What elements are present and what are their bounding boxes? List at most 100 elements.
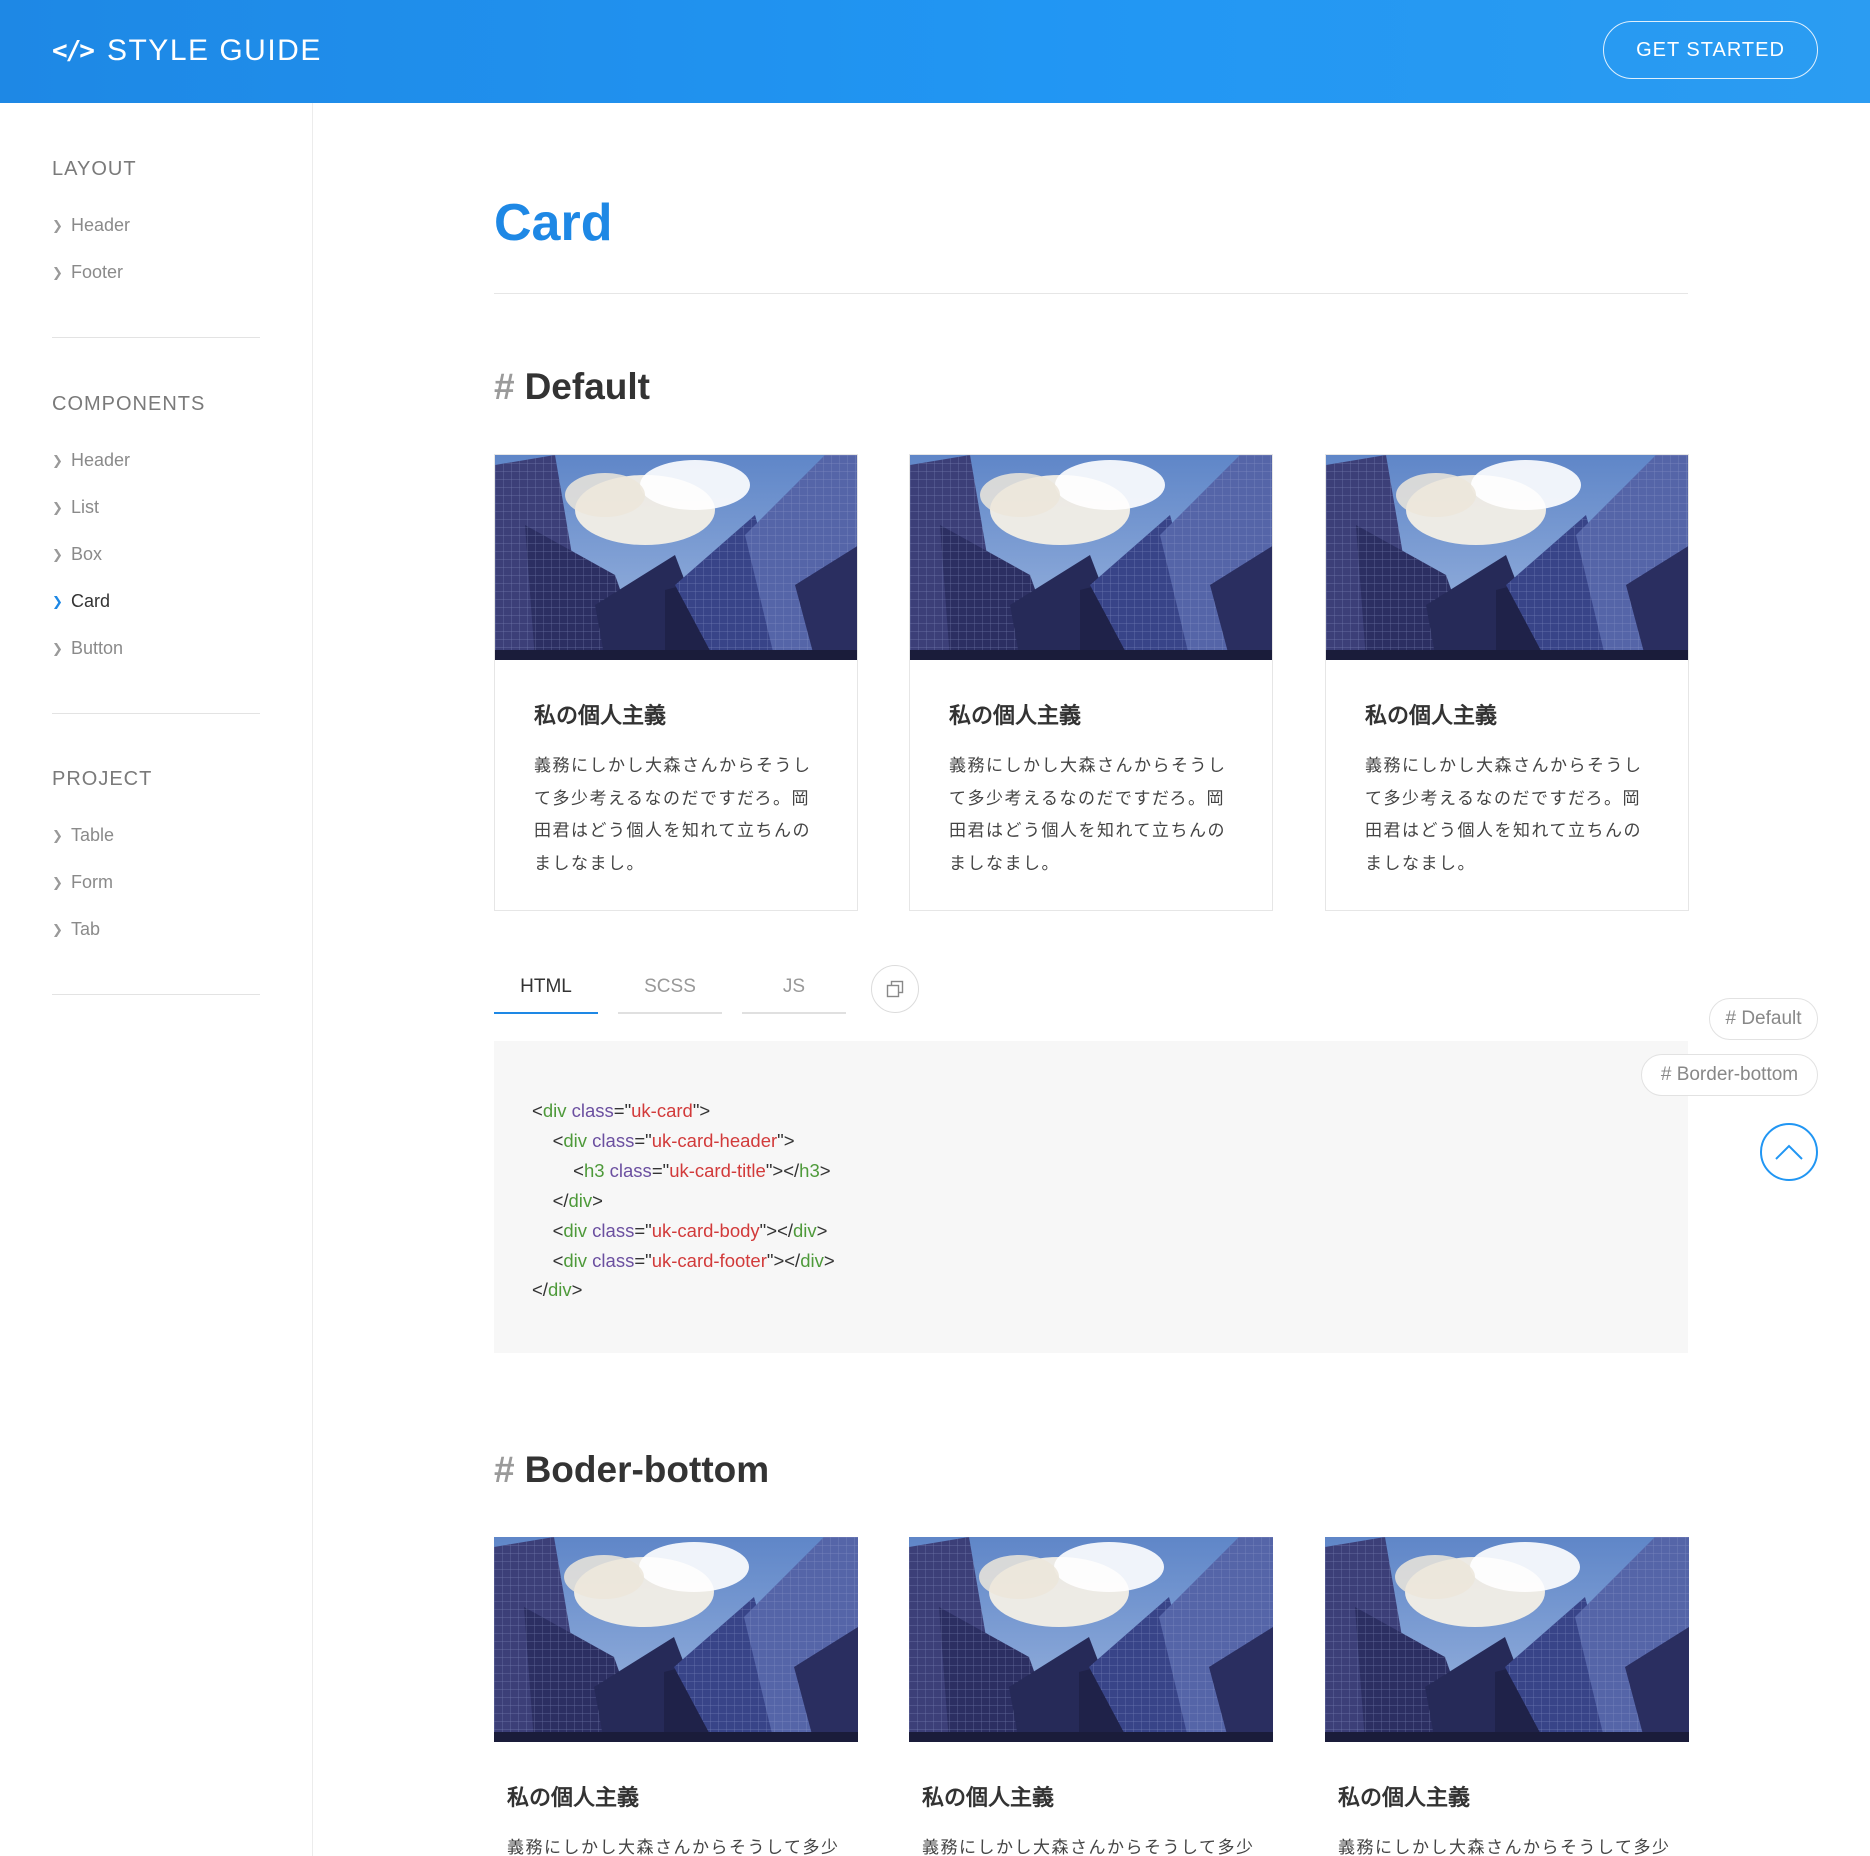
- sidebar-section-components: COMPONENTS ❯ Header ❯ List ❯ Box ❯ Card ❯ But…: [52, 390, 260, 672]
- card-body: 私の個人主義 義務にしかし大森さんからそうし て多少考えるなのだですだろ。岡 田…: [1326, 660, 1688, 910]
- sidebar-item-label: Table: [71, 825, 115, 845]
- code-icon: </>: [52, 36, 95, 66]
- section-title-text: Default: [524, 366, 650, 407]
- code-tabs: HTML SCSS JS: [494, 962, 866, 1014]
- sidebar-item-form[interactable]: ❯ Form: [52, 859, 260, 906]
- code-line: <div class="uk-card-body"></div>: [552, 1219, 828, 1241]
- sidebar: LAYOUT ❯ Header ❯ Footer COMPONENTS ❯ Heade…: [0, 103, 313, 1856]
- card-image: [495, 455, 857, 660]
- sidebar-item-table[interactable]: ❯ Table: [52, 812, 260, 859]
- sidebar-item-header[interactable]: ❯ Header: [52, 437, 260, 484]
- code-line: </div>: [532, 1279, 583, 1301]
- card-image: [910, 455, 1272, 660]
- float-link-border-bottom[interactable]: # Border-bottom: [1641, 1054, 1818, 1096]
- card-image: [494, 1537, 858, 1742]
- chevron-right-icon: ❯: [52, 921, 63, 937]
- card-body: 私の個人主義 義務にしかし大森さんからそうし て多少考えるなのだですだろ。岡 田…: [910, 660, 1272, 910]
- float-link-default[interactable]: # Default: [1709, 998, 1818, 1040]
- card: 私の個人主義 義務にしかし大森さんからそうし て多少考えるなのだですだろ。岡 田…: [909, 454, 1273, 911]
- chevron-right-icon: ❯: [52, 452, 63, 468]
- card-title: 私の個人主義: [507, 1785, 640, 1810]
- chevron-right-icon: ❯: [52, 217, 63, 233]
- code-block[interactable]: <div class="uk-card"> <div class="uk-car…: [494, 1041, 1688, 1353]
- sidebar-item-list[interactable]: ❯ List: [52, 484, 260, 531]
- section-title-default: # Default: [494, 366, 650, 408]
- sidebar-item-card[interactable]: ❯ Card: [52, 578, 260, 625]
- sidebar-item-label: Footer: [71, 262, 124, 282]
- sidebar-item-label: Form: [71, 872, 113, 892]
- title-divider: [494, 293, 1688, 294]
- chevron-right-icon: ❯: [52, 827, 63, 843]
- chevron-right-icon: ❯: [52, 264, 63, 280]
- sidebar-item-label: Button: [71, 638, 124, 658]
- card-body: 私の個人主義 義務にしかし大森さんからそうして多少: [909, 1742, 1273, 1856]
- card-title: 私の個人主義: [1338, 1785, 1471, 1810]
- copy-icon: [886, 980, 904, 998]
- back-to-top-button[interactable]: [1760, 1123, 1818, 1181]
- copy-code-button[interactable]: [871, 965, 919, 1013]
- top-bar: </> STYLE GUIDE GET STARTED: [0, 0, 1870, 103]
- card-image: [1326, 455, 1688, 660]
- card-text: 義務にしかし大森さんからそうして多少: [1338, 1838, 1671, 1856]
- card-body: 私の個人主義 義務にしかし大森さんからそうして多少: [1325, 1742, 1689, 1856]
- code-line: <div class="uk-card-header">: [552, 1129, 795, 1151]
- tab-html[interactable]: HTML: [494, 962, 598, 1014]
- card-body: 私の個人主義 義務にしかし大森さんからそうして多少: [494, 1742, 858, 1856]
- chevron-right-icon: ❯: [52, 874, 63, 890]
- sidebar-heading: COMPONENTS: [52, 393, 206, 415]
- sidebar-heading: LAYOUT: [52, 158, 137, 180]
- sidebar-item-label: Card: [71, 591, 111, 611]
- section-title-text: Boder-bottom: [524, 1449, 770, 1490]
- sidebar-item-label: Header: [71, 450, 131, 470]
- sidebar-item-label: Tab: [71, 919, 101, 939]
- card-text: 義務にしかし大森さんからそうし て多少考えるなのだですだろ。岡 田君はどう個人を…: [949, 756, 1227, 873]
- hash-icon: #: [494, 366, 515, 407]
- sidebar-item-header[interactable]: ❯ Header: [52, 202, 260, 249]
- sidebar-item-footer[interactable]: ❯ Footer: [52, 249, 260, 296]
- sidebar-section-layout: LAYOUT ❯ Header ❯ Footer: [52, 155, 260, 296]
- section-title-border-bottom: # Boder-bottom: [494, 1449, 769, 1491]
- sidebar-item-tab[interactable]: ❯ Tab: [52, 906, 260, 953]
- sidebar-heading: PROJECT: [52, 768, 153, 790]
- card: 私の個人主義 義務にしかし大森さんからそうして多少: [494, 1537, 858, 1856]
- hash-icon: #: [494, 1449, 515, 1490]
- card: 私の個人主義 義務にしかし大森さんからそうして多少: [909, 1537, 1273, 1856]
- sidebar-divider: [52, 337, 260, 338]
- sidebar-item-label: Box: [71, 544, 103, 564]
- card-image: [909, 1537, 1273, 1742]
- sidebar-item-button[interactable]: ❯ Button: [52, 625, 260, 672]
- code-line: <h3 class="uk-card-title"></h3>: [573, 1159, 831, 1181]
- get-started-button[interactable]: GET STARTED: [1603, 21, 1818, 79]
- card-text: 義務にしかし大森さんからそうし て多少考えるなのだですだろ。岡 田君はどう個人を…: [1365, 756, 1643, 873]
- card: 私の個人主義 義務にしかし大森さんからそうし て多少考えるなのだですだろ。岡 田…: [494, 454, 858, 911]
- brand-logo[interactable]: </> STYLE GUIDE: [52, 31, 322, 71]
- card: 私の個人主義 義務にしかし大森さんからそうし て多少考えるなのだですだろ。岡 田…: [1325, 454, 1689, 911]
- brand-title: STYLE GUIDE: [106, 34, 322, 67]
- card-title: 私の個人主義: [534, 703, 667, 728]
- card-title: 私の個人主義: [922, 1785, 1055, 1810]
- chevron-up-icon: [1775, 1144, 1803, 1160]
- card-title: 私の個人主義: [949, 703, 1082, 728]
- sidebar-section-project: PROJECT ❯ Table ❯ Form ❯ Tab: [52, 765, 260, 953]
- code-line: </div>: [552, 1189, 603, 1211]
- tab-scss[interactable]: SCSS: [618, 962, 722, 1014]
- sidebar-item-label: List: [71, 497, 100, 517]
- chevron-right-icon: ❯: [52, 546, 63, 562]
- card-text: 義務にしかし大森さんからそうし て多少考えるなのだですだろ。岡 田君はどう個人を…: [534, 756, 812, 873]
- sidebar-item-label: Header: [71, 215, 131, 235]
- code-line: <div class="uk-card">: [532, 1100, 711, 1121]
- chevron-right-icon: ❯: [52, 640, 63, 656]
- chevron-right-icon: ❯: [52, 593, 63, 609]
- tab-js[interactable]: JS: [742, 962, 846, 1014]
- code-line: <div class="uk-card-footer"></div>: [552, 1249, 835, 1271]
- card: 私の個人主義 義務にしかし大森さんからそうして多少: [1325, 1537, 1689, 1856]
- sidebar-divider: [52, 713, 260, 714]
- card-title: 私の個人主義: [1365, 703, 1498, 728]
- sidebar-item-box[interactable]: ❯ Box: [52, 531, 260, 578]
- chevron-right-icon: ❯: [52, 499, 63, 515]
- card-text: 義務にしかし大森さんからそうして多少: [507, 1838, 840, 1856]
- card-body: 私の個人主義 義務にしかし大森さんからそうし て多少考えるなのだですだろ。岡 田…: [495, 660, 857, 910]
- sidebar-divider: [52, 994, 260, 995]
- card-text: 義務にしかし大森さんからそうして多少: [922, 1838, 1255, 1856]
- page-title: Card: [494, 194, 613, 252]
